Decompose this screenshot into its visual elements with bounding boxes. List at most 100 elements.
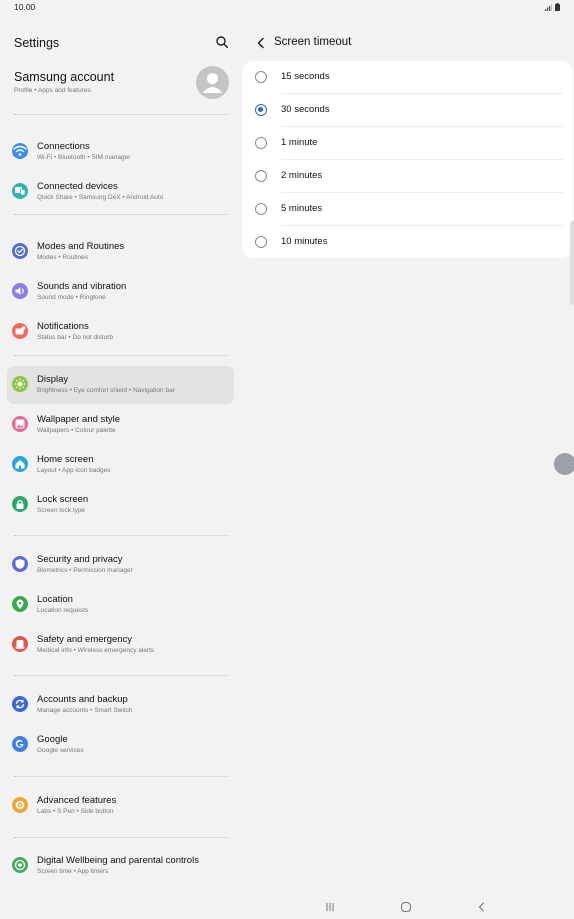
menu-item-subtitle: Brightness • Eye comfort shield • Naviga… xyxy=(37,387,175,394)
menu-item-subtitle: Screen time • App timers xyxy=(37,868,109,875)
sidebar-item-lock-screen[interactable]: Lock screen Screen lock type xyxy=(7,486,234,524)
person-icon xyxy=(202,73,223,93)
section-divider xyxy=(14,114,228,115)
home-button[interactable] xyxy=(397,898,415,916)
option-label: 15 seconds xyxy=(281,71,330,82)
sidebar-item-display[interactable]: Display Brightness • Eye comfort shield •… xyxy=(7,366,234,404)
sidebar-item-connections[interactable]: Connections Wi-Fi • Bluetooth • SIM manag… xyxy=(7,133,234,171)
recents-icon xyxy=(326,903,334,911)
sidebar-item-digital-wellbeing-and-parental-controls[interactable]: Digital Wellbeing and parental controls S… xyxy=(7,847,234,885)
menu-item-title: Display xyxy=(37,374,69,385)
menu-item-title: Lock screen xyxy=(37,494,89,505)
battery-icon xyxy=(555,3,560,11)
back-button[interactable] xyxy=(254,36,268,50)
location-icon xyxy=(12,596,28,612)
google-icon xyxy=(12,736,28,752)
sidebar-item-wallpaper-and-style[interactable]: Wallpaper and style Wallpapers • Colour p… xyxy=(7,406,234,444)
section-divider xyxy=(14,837,228,838)
back-nav-button[interactable] xyxy=(473,898,491,916)
account-subtitle: Profile • Apps and features xyxy=(14,87,91,94)
back-icon xyxy=(478,902,485,912)
option-label: 5 minutes xyxy=(281,203,323,214)
shield-icon xyxy=(12,556,28,572)
timeout-options: 15 seconds 30 seconds 1 minute 2 minutes 5 m… xyxy=(242,61,573,258)
sidebar-item-notifications[interactable]: Notifications Status bar • Do not disturb xyxy=(7,313,234,351)
search-icon xyxy=(216,36,229,49)
sidebar-item-modes-and-routines[interactable]: Modes and Routines Modes • Routines xyxy=(7,233,234,271)
timeout-option-15-seconds[interactable]: 15 seconds xyxy=(242,61,573,94)
section-divider xyxy=(14,776,228,777)
devices-icon xyxy=(12,183,28,199)
radio-button[interactable] xyxy=(255,236,267,248)
timeout-option-30-seconds[interactable]: 30 seconds xyxy=(242,94,573,127)
radio-button[interactable] xyxy=(255,104,267,116)
floating-button[interactable] xyxy=(554,453,574,475)
menu-item-subtitle: Status bar • Do not disturb xyxy=(37,334,113,341)
menu-item-title: Notifications xyxy=(37,321,89,332)
signal-icon xyxy=(545,4,552,11)
menu-item-subtitle: Screen lock type xyxy=(37,507,86,514)
radio-button[interactable] xyxy=(255,137,267,149)
chevron-left-icon xyxy=(257,37,264,49)
sidebar-item-home-screen[interactable]: Home screen Layout • App icon badges xyxy=(7,446,234,484)
wifi-icon xyxy=(12,143,28,159)
sidebar-item-connected-devices[interactable]: Connected devices Quick Share • Samsung D… xyxy=(7,173,234,211)
screen-timeout-title: Screen timeout xyxy=(274,36,352,48)
menu-item-title: Connections xyxy=(37,141,90,152)
sun-icon xyxy=(12,376,28,392)
timeout-option-1-minute[interactable]: 1 minute xyxy=(242,127,573,160)
status-icons xyxy=(545,3,560,11)
edge-panel-handle[interactable] xyxy=(570,220,574,306)
menu-item-title: Security and privacy xyxy=(37,554,123,565)
menu-item-title: Digital Wellbeing and parental controls xyxy=(37,855,199,866)
option-label: 10 minutes xyxy=(281,236,328,247)
notification-icon xyxy=(12,323,28,339)
home-circle-icon xyxy=(401,902,411,912)
heart-icon xyxy=(12,857,28,873)
status-time: 10.00 xyxy=(14,2,36,12)
radio-button[interactable] xyxy=(255,71,267,83)
radio-button[interactable] xyxy=(255,170,267,182)
avatar[interactable] xyxy=(196,66,229,99)
option-label: 2 minutes xyxy=(281,170,323,181)
page-title: Settings xyxy=(14,36,60,50)
timeout-option-5-minutes[interactable]: 5 minutes xyxy=(242,193,573,226)
radio-button[interactable] xyxy=(255,203,267,215)
menu-item-subtitle: Google services xyxy=(37,747,84,754)
menu-item-title: Connected devices xyxy=(37,181,118,192)
screen-timeout-pane: Screen timeout 15 seconds 30 seconds 1 min… xyxy=(242,16,574,896)
sync-icon xyxy=(12,696,28,712)
speaker-icon xyxy=(12,283,28,299)
menu-item-subtitle: Quick Share • Samsung DeX • Android Auto xyxy=(37,194,164,201)
option-label: 30 seconds xyxy=(281,104,330,115)
sidebar-item-location[interactable]: Location Location requests xyxy=(7,586,234,624)
recent-apps-button[interactable] xyxy=(321,898,339,916)
sidebar-item-sounds-and-vibration[interactable]: Sounds and vibration Sound mode • Rington… xyxy=(7,273,234,311)
option-label: 1 minute xyxy=(281,137,318,148)
sidebar-item-google[interactable]: Google Google services xyxy=(7,726,234,764)
menu-item-subtitle: Manage accounts • Smart Switch xyxy=(37,707,133,714)
menu-item-title: Home screen xyxy=(37,454,94,465)
menu-item-title: Advanced features xyxy=(37,795,117,806)
menu-item-subtitle: Biometrics • Permission manager xyxy=(37,567,133,574)
navigation-bar xyxy=(0,896,574,919)
menu-item-title: Wallpaper and style xyxy=(37,414,121,425)
sidebar-item-safety-and-emergency[interactable]: Safety and emergency Medical info • Wirel… xyxy=(7,626,234,664)
timeout-option-10-minutes[interactable]: 10 minutes xyxy=(242,226,573,259)
menu-item-subtitle: Labs • S Pen • Side button xyxy=(37,808,114,815)
menu-item-subtitle: Sound mode • Ringtone xyxy=(37,294,106,301)
sidebar-item-security-and-privacy[interactable]: Security and privacy Biometrics • Permiss… xyxy=(7,546,234,584)
account-name: Samsung account xyxy=(14,70,115,84)
section-divider xyxy=(14,535,228,536)
sidebar-item-accounts-and-backup[interactable]: Accounts and backup Manage accounts • Sma… xyxy=(7,686,234,724)
samsung-account-row[interactable]: Samsung account Profile • Apps and featu… xyxy=(14,66,230,104)
gear-icon xyxy=(12,797,28,813)
section-divider xyxy=(14,214,228,215)
timeout-option-2-minutes[interactable]: 2 minutes xyxy=(242,160,573,193)
alert-icon xyxy=(12,636,28,652)
menu-item-subtitle: Medical info • Wireless emergency alerts xyxy=(37,647,155,654)
menu-item-title: Google xyxy=(37,734,68,745)
menu-item-title: Accounts and backup xyxy=(37,694,128,705)
sidebar-item-advanced-features[interactable]: Advanced features Labs • S Pen • Side but… xyxy=(7,787,234,825)
search-button[interactable] xyxy=(215,35,229,49)
